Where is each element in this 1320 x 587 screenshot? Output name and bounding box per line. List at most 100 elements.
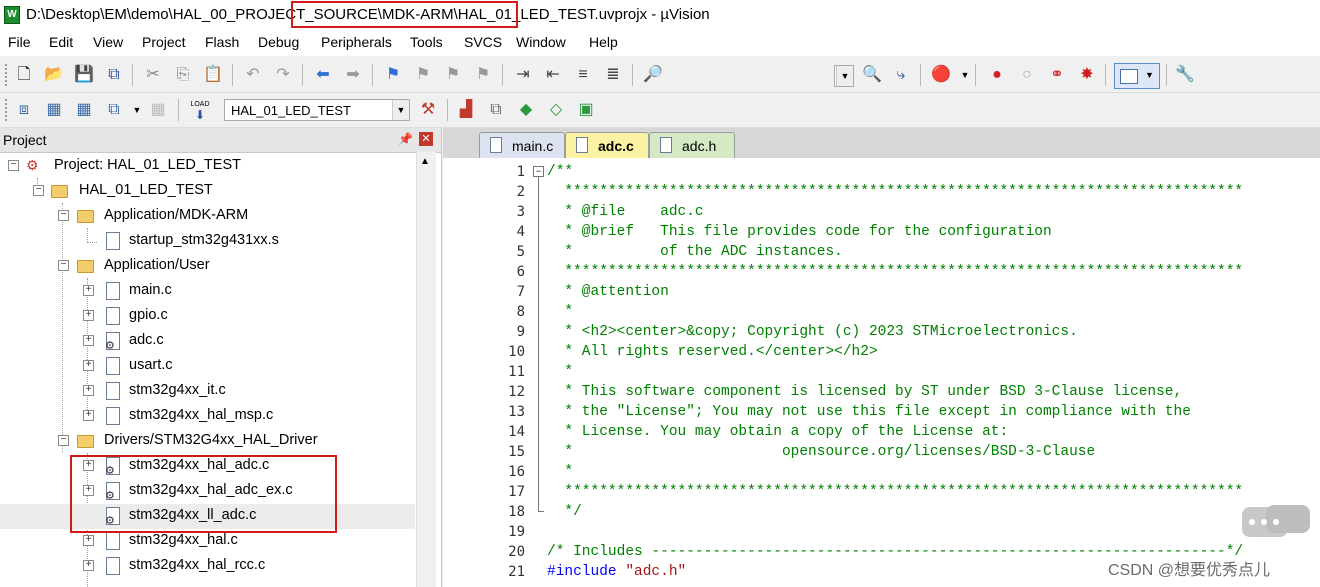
insert-bookmark-icon[interactable]: ⚑ bbox=[383, 65, 403, 85]
tab-adc-h[interactable]: adc.h bbox=[649, 132, 735, 158]
code-line: ****************************************… bbox=[547, 264, 1244, 280]
expand-icon[interactable]: + bbox=[83, 535, 94, 546]
enable-breakpoint-icon[interactable]: ○ bbox=[1017, 65, 1037, 85]
expand-icon[interactable]: + bbox=[83, 560, 94, 571]
previous-bookmark-icon[interactable]: ⚑ bbox=[413, 65, 433, 85]
collapse-icon[interactable]: − bbox=[8, 160, 19, 171]
close-icon[interactable]: ✕ bbox=[419, 132, 433, 146]
tab-label: adc.c bbox=[598, 138, 634, 154]
target-select[interactable]: HAL_01_LED_TEST ▼ bbox=[224, 99, 410, 121]
expand-icon[interactable]: + bbox=[83, 385, 94, 396]
tree-file[interactable]: + stm32g4xx_it.c bbox=[0, 379, 415, 404]
uncomment-selection-icon[interactable]: ≣ bbox=[603, 65, 623, 85]
collapse-icon[interactable]: − bbox=[58, 210, 69, 221]
rebuild-icon[interactable]: ▦ bbox=[74, 100, 94, 120]
batch-build-icon[interactable]: ⧉ bbox=[104, 100, 124, 120]
tab-main-c[interactable]: main.c bbox=[479, 132, 565, 158]
navigate-back-icon[interactable]: ⬅ bbox=[313, 65, 333, 85]
redo-icon[interactable]: ↷ bbox=[273, 65, 293, 85]
select-packs-icon[interactable]: ⧉ bbox=[486, 100, 506, 120]
find-icon[interactable]: 🔍 bbox=[862, 65, 882, 85]
navigate-forward-icon[interactable]: ➡ bbox=[343, 65, 363, 85]
collapse-icon[interactable]: − bbox=[58, 260, 69, 271]
tab-adc-c[interactable]: adc.c bbox=[565, 132, 649, 158]
unindent-icon[interactable]: ⇤ bbox=[543, 65, 563, 85]
code-line: /** bbox=[547, 164, 574, 180]
manage-rte-icon[interactable]: ◆ bbox=[516, 100, 536, 120]
tree-file[interactable]: startup_stm32g431xx.s bbox=[0, 229, 415, 254]
collapse-icon[interactable]: − bbox=[33, 185, 44, 196]
insert-breakpoint-icon[interactable]: ● bbox=[987, 65, 1007, 85]
collapse-icon[interactable]: − bbox=[58, 435, 69, 446]
toolbar-separator bbox=[920, 64, 921, 86]
tree-file[interactable]: + stm32g4xx_hal_msp.c bbox=[0, 404, 415, 429]
project-scrollbar[interactable]: ▲ bbox=[416, 152, 436, 587]
menu-tools[interactable]: Tools bbox=[410, 34, 443, 50]
undo-icon[interactable]: ↶ bbox=[243, 65, 263, 85]
paste-icon[interactable]: 📋 bbox=[203, 65, 223, 85]
toolbar-grip[interactable] bbox=[5, 99, 10, 121]
download-load-icon[interactable]: LOAD ⬇ bbox=[187, 100, 213, 121]
tree-file[interactable]: + gpio.c bbox=[0, 304, 415, 329]
code-area[interactable]: 1/** 2 **********************************… bbox=[443, 158, 1320, 587]
expand-icon[interactable]: + bbox=[83, 285, 94, 296]
toolbar-grip[interactable] bbox=[5, 64, 10, 86]
tree-group[interactable]: − Application/MDK-ARM bbox=[0, 204, 415, 229]
cut-icon[interactable]: ✂ bbox=[143, 65, 163, 85]
open-folder-icon[interactable]: 📂 bbox=[44, 65, 64, 85]
find-in-files-icon[interactable]: 🔎 bbox=[643, 65, 663, 85]
menu-svcs[interactable]: SVCS bbox=[464, 34, 502, 50]
menu-help[interactable]: Help bbox=[589, 34, 618, 50]
tree-target[interactable]: − HAL_01_LED_TEST bbox=[0, 179, 415, 204]
stop-build-icon[interactable]: ▦ bbox=[148, 100, 168, 120]
next-bookmark-icon[interactable]: ⚑ bbox=[443, 65, 463, 85]
expand-icon[interactable]: + bbox=[83, 360, 94, 371]
pin-icon[interactable]: 📌 bbox=[398, 132, 413, 146]
menu-peripherals[interactable]: Peripherals bbox=[321, 34, 392, 50]
clear-bookmarks-icon[interactable]: ⚑ bbox=[473, 65, 493, 85]
new-file-icon[interactable]: 🗋 bbox=[14, 65, 34, 85]
manage-project-items-icon[interactable]: ▟ bbox=[456, 100, 476, 120]
expand-icon[interactable]: + bbox=[83, 410, 94, 421]
chevron-down-icon[interactable]: ▼ bbox=[836, 66, 853, 86]
chevron-down-icon[interactable]: ▼ bbox=[127, 100, 147, 120]
find-combo[interactable]: ▼ bbox=[834, 65, 854, 87]
menu-flash[interactable]: Flash bbox=[205, 34, 239, 50]
configure-wrench-icon[interactable]: 🔧 bbox=[1175, 65, 1195, 85]
target-options-icon[interactable]: ⚒ bbox=[418, 100, 438, 120]
menu-project[interactable]: Project bbox=[142, 34, 186, 50]
kill-breakpoints-icon[interactable]: ✸ bbox=[1077, 65, 1097, 85]
menu-debug[interactable]: Debug bbox=[258, 34, 299, 50]
comment-selection-icon[interactable]: ≡ bbox=[573, 65, 593, 85]
file-label: usart.c bbox=[129, 357, 173, 373]
expand-icon[interactable]: + bbox=[83, 310, 94, 321]
tree-file[interactable]: + ⚙ adc.c bbox=[0, 329, 415, 354]
manage-packs-icon[interactable]: ▣ bbox=[576, 100, 596, 120]
line-number: 21 bbox=[508, 564, 525, 580]
window-layout-button[interactable]: ▼ bbox=[1114, 63, 1160, 89]
copy-icon[interactable]: ⎘ bbox=[173, 65, 193, 85]
chevron-down-icon[interactable]: ▼ bbox=[955, 65, 975, 85]
incremental-find-icon[interactable]: ⤷ bbox=[891, 65, 911, 85]
pack-installer-icon[interactable]: ◇ bbox=[546, 100, 566, 120]
tree-group[interactable]: − Application/User bbox=[0, 254, 415, 279]
tree-file[interactable]: + usart.c bbox=[0, 354, 415, 379]
menu-file[interactable]: File bbox=[8, 34, 31, 50]
chevron-down-icon[interactable]: ▼ bbox=[392, 100, 409, 120]
indent-icon[interactable]: ⇥ bbox=[513, 65, 533, 85]
tree-file[interactable]: + stm32g4xx_hal_rcc.c bbox=[0, 554, 415, 579]
disable-breakpoints-icon[interactable]: ⚭ bbox=[1047, 65, 1067, 85]
save-icon[interactable]: 💾 bbox=[74, 65, 94, 85]
scroll-up-icon[interactable]: ▲ bbox=[420, 156, 430, 167]
menu-view[interactable]: View bbox=[93, 34, 123, 50]
build-icon[interactable]: ▦ bbox=[44, 100, 64, 120]
tree-file[interactable]: + main.c bbox=[0, 279, 415, 304]
save-all-icon[interactable]: ⧉ bbox=[104, 65, 124, 85]
menu-window[interactable]: Window bbox=[516, 34, 566, 50]
tree-root-project[interactable]: − ⚙ Project: HAL_01_LED_TEST bbox=[0, 154, 415, 179]
expand-icon[interactable]: + bbox=[83, 335, 94, 346]
tree-group[interactable]: − Drivers/STM32G4xx_HAL_Driver bbox=[0, 429, 415, 454]
debug-session-icon[interactable]: 🔴 bbox=[931, 65, 951, 85]
translate-icon[interactable]: ⧈ bbox=[14, 100, 34, 120]
menu-edit[interactable]: Edit bbox=[49, 34, 73, 50]
